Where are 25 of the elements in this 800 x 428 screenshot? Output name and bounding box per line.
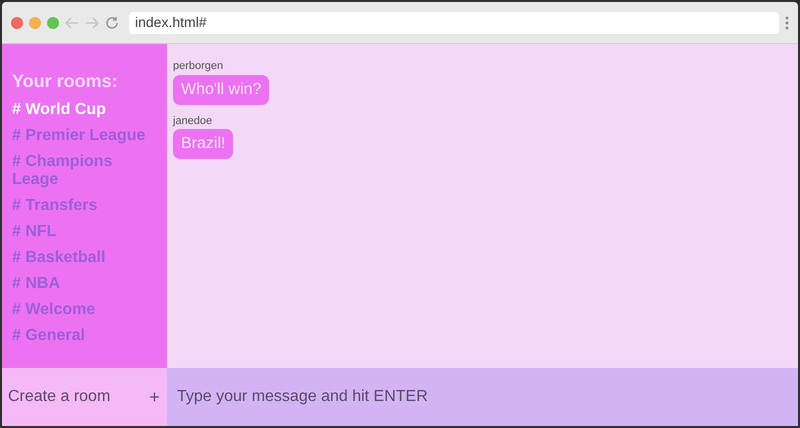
room-link[interactable]: # Basketball [12, 249, 159, 267]
message-sender: perborgen [173, 59, 224, 74]
maximize-window-icon[interactable] [47, 16, 59, 28]
minimize-window-icon[interactable] [29, 16, 41, 28]
back-arrow-icon[interactable] [65, 16, 79, 28]
message-bubble: Brazil! [173, 129, 234, 159]
room-link[interactable]: # NFL [12, 223, 159, 241]
room-link[interactable]: # Premier League [12, 127, 159, 145]
room-link[interactable]: # Champions Leage [12, 153, 159, 189]
add-room-button[interactable]: + [142, 368, 167, 426]
sidebar-title: Your rooms: [12, 70, 119, 93]
address-bar[interactable]: index.html# [129, 12, 779, 34]
room-link[interactable]: # General [12, 327, 159, 345]
message-sender: janedoe [173, 114, 212, 128]
close-window-icon[interactable] [11, 16, 23, 28]
message-bubble: Who'll win? [173, 74, 270, 104]
room-link[interactable]: # Transfers [12, 197, 159, 215]
reload-icon[interactable] [105, 16, 119, 30]
room-link[interactable]: # Welcome [12, 301, 159, 319]
forward-arrow-icon[interactable] [85, 16, 99, 28]
room-link[interactable]: # NBA [12, 275, 159, 293]
message-input[interactable]: Type your message and hit ENTER [167, 368, 798, 426]
create-room-field[interactable]: Create a room [2, 368, 142, 426]
more-options-icon[interactable] [785, 16, 789, 30]
room-link[interactable]: # World Cup [12, 101, 159, 119]
